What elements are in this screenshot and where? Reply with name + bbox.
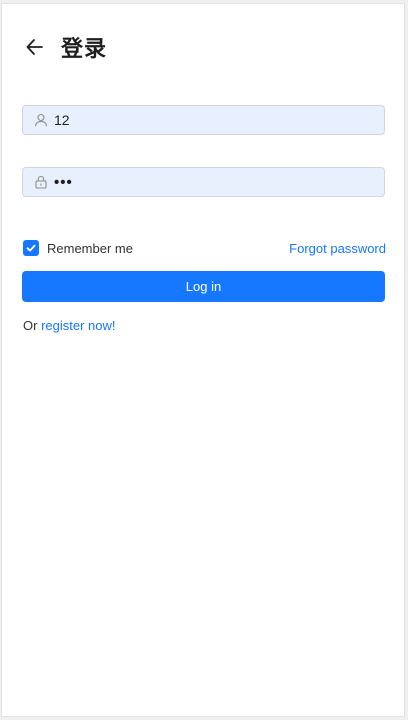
remember-me-checkbox[interactable]: Remember me	[23, 240, 133, 256]
remember-me-label: Remember me	[47, 240, 133, 256]
login-button[interactable]: Log in	[22, 271, 385, 302]
arrow-left-icon	[26, 39, 43, 55]
checkbox-checked-icon[interactable]	[23, 240, 39, 256]
user-icon	[34, 113, 48, 127]
username-field[interactable]: 12	[22, 105, 385, 135]
username-value: 12	[54, 112, 70, 128]
options-row: Remember me Forgot password	[23, 238, 386, 258]
password-field[interactable]: •••	[22, 167, 385, 197]
lock-icon	[34, 175, 48, 189]
forgot-password-link[interactable]: Forgot password	[289, 241, 386, 256]
back-button[interactable]	[22, 34, 48, 60]
page-header: 登录	[24, 32, 107, 62]
login-page: 登录 12 ••• Remember me Forgot password Lo…	[1, 3, 405, 717]
register-prefix: Or	[23, 318, 42, 333]
password-value: •••	[54, 173, 73, 191]
register-link[interactable]: register now!	[41, 318, 115, 333]
page-title: 登录	[61, 36, 108, 61]
register-row: Or register now!	[23, 318, 115, 333]
